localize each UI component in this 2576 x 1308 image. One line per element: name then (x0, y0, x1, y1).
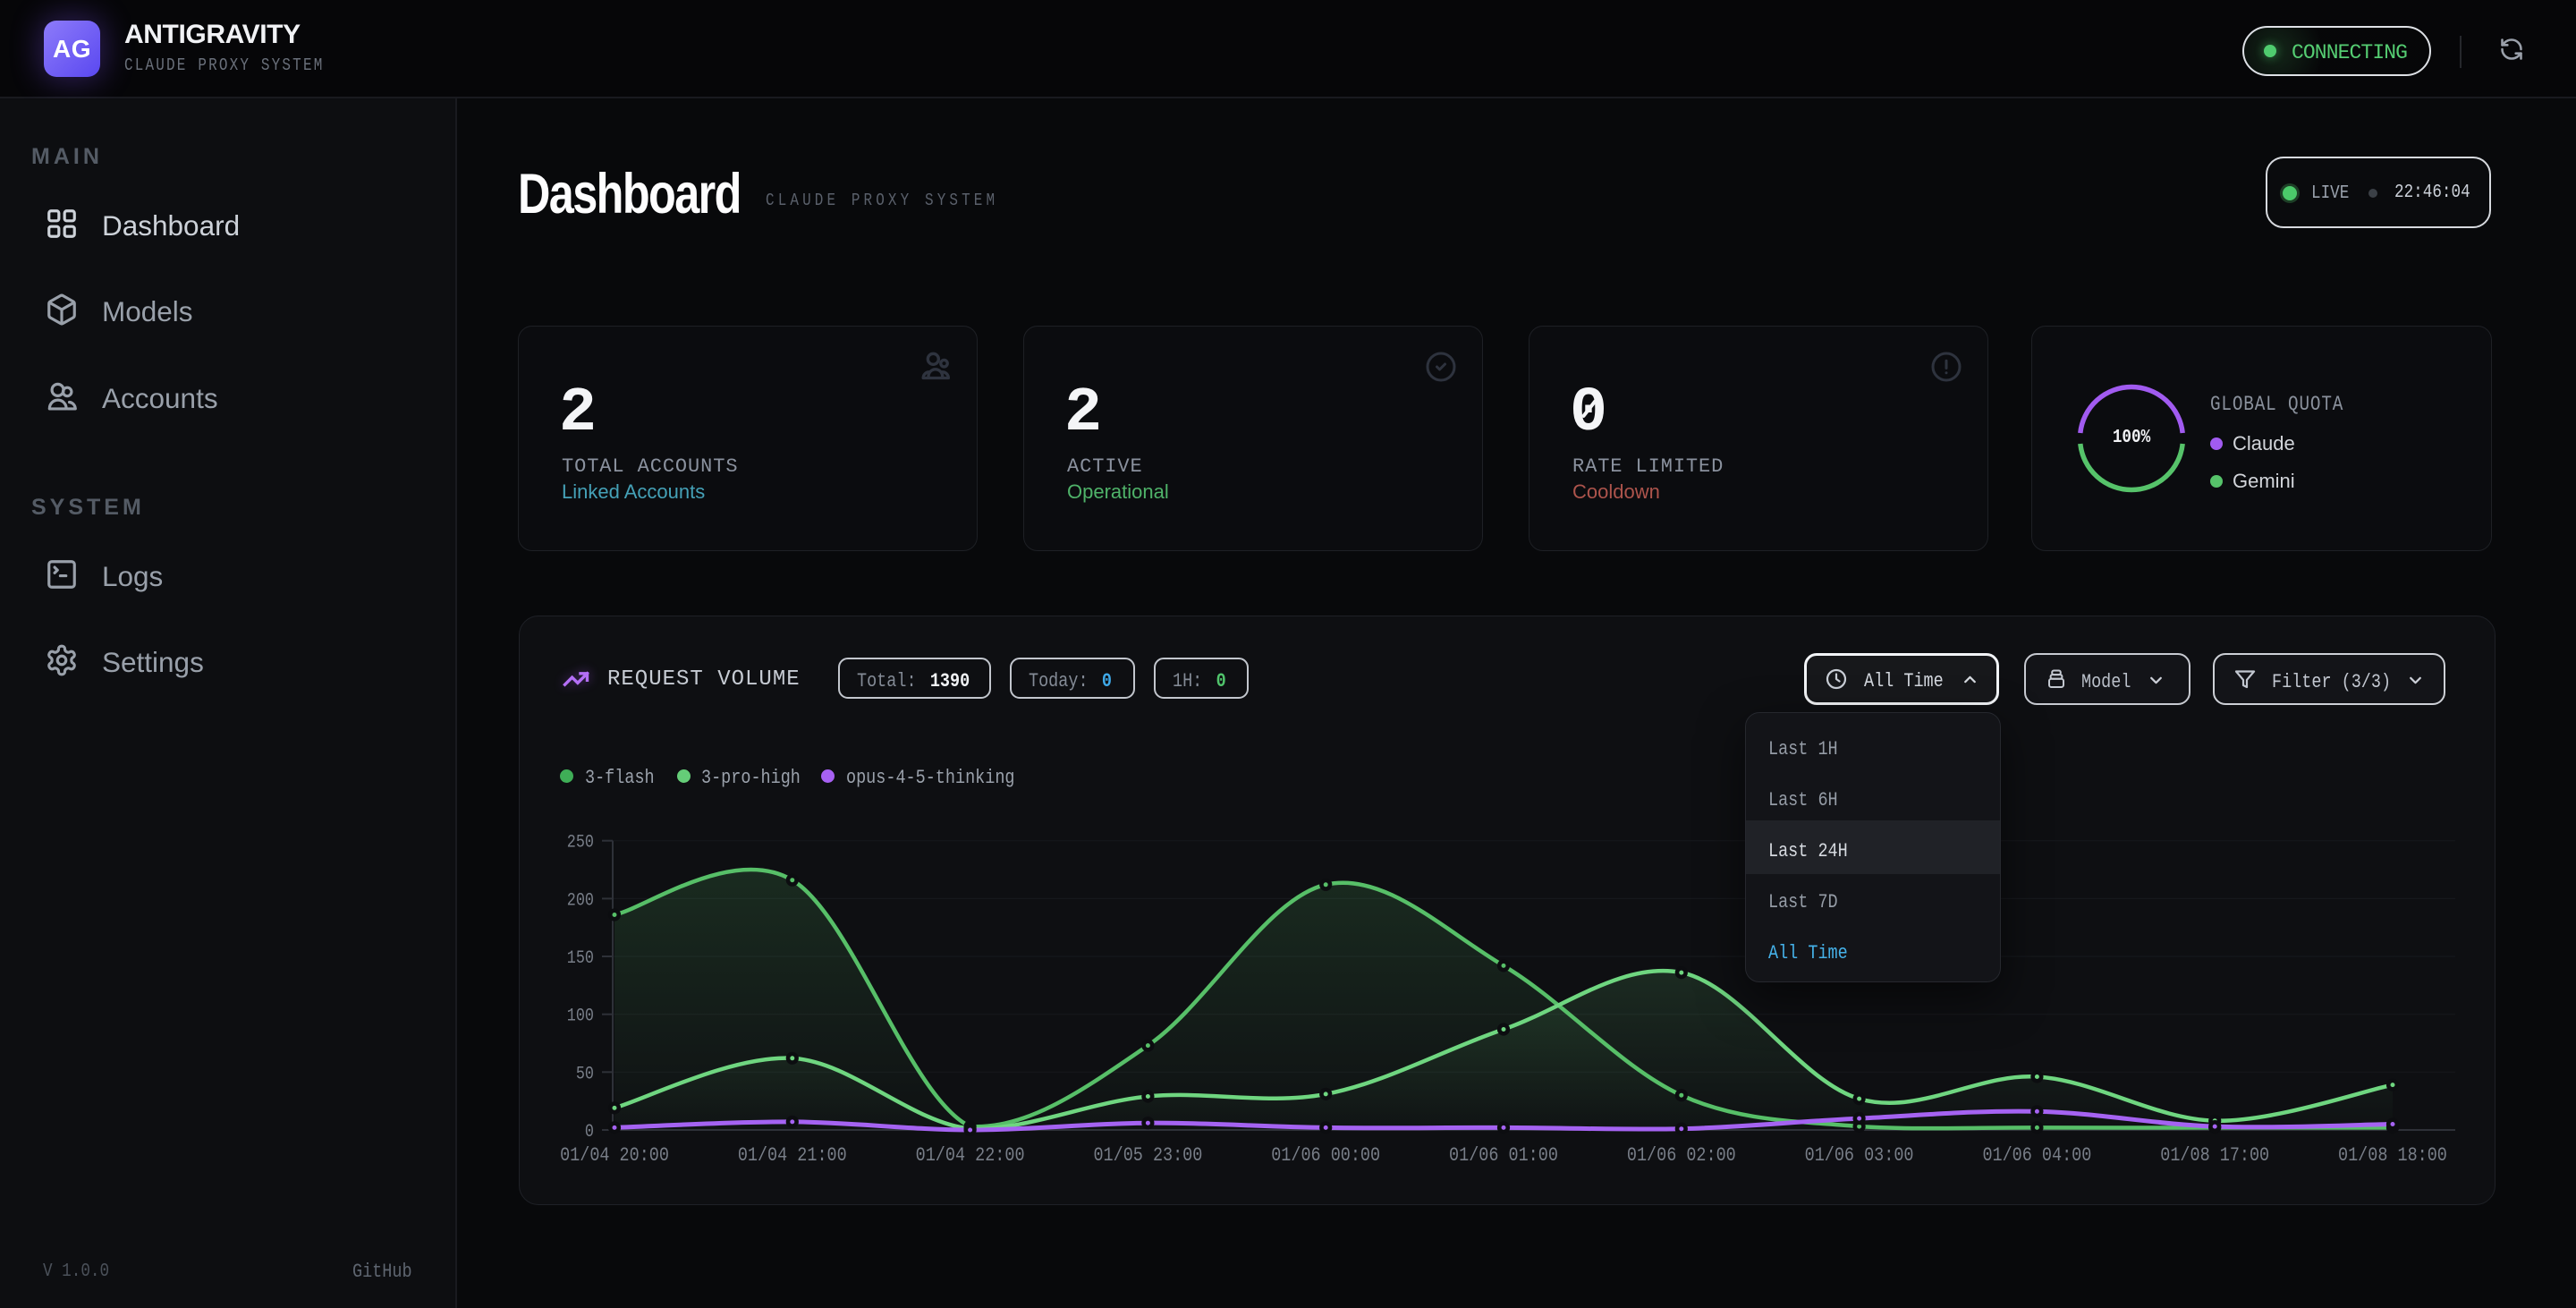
svg-text:150: 150 (567, 948, 594, 969)
svg-text:250: 250 (567, 832, 594, 853)
svg-text:01/04 20:00: 01/04 20:00 (560, 1145, 669, 1168)
svg-text:200: 200 (567, 890, 594, 911)
svg-text:01/06 03:00: 01/06 03:00 (1805, 1145, 1914, 1168)
svg-text:100: 100 (567, 1006, 594, 1026)
svg-text:01/08 17:00: 01/08 17:00 (2160, 1145, 2269, 1168)
svg-text:01/08 18:00: 01/08 18:00 (2338, 1145, 2447, 1168)
svg-text:0: 0 (585, 1122, 594, 1142)
svg-text:01/06 02:00: 01/06 02:00 (1627, 1145, 1736, 1168)
svg-text:50: 50 (576, 1064, 594, 1084)
svg-text:01/06 04:00: 01/06 04:00 (1982, 1145, 2091, 1168)
svg-text:01/05 23:00: 01/05 23:00 (1093, 1145, 1202, 1168)
svg-text:01/04 22:00: 01/04 22:00 (916, 1145, 1025, 1168)
svg-text:01/06 00:00: 01/06 00:00 (1271, 1145, 1380, 1168)
svg-text:01/06 01:00: 01/06 01:00 (1449, 1145, 1558, 1168)
svg-text:01/04 21:00: 01/04 21:00 (738, 1145, 847, 1168)
